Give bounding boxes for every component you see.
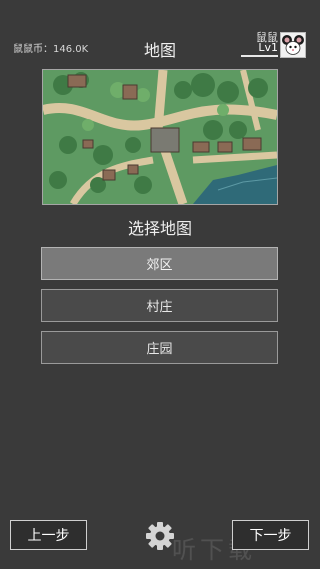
- town-map-image: [43, 70, 277, 204]
- previous-step-button[interactable]: 上一步: [10, 520, 87, 550]
- player-level: Lv1: [258, 41, 278, 54]
- mouse-avatar-icon: [282, 35, 304, 55]
- map-option-suburb[interactable]: 郊区: [41, 247, 278, 280]
- next-step-button[interactable]: 下一步: [232, 520, 309, 550]
- map-preview: [42, 69, 278, 205]
- map-option-manor[interactable]: 庄园: [41, 331, 278, 364]
- map-option-village[interactable]: 村庄: [41, 289, 278, 322]
- section-title: 选择地图: [127, 219, 192, 238]
- avatar[interactable]: [280, 32, 306, 58]
- experience-bar: [241, 55, 278, 57]
